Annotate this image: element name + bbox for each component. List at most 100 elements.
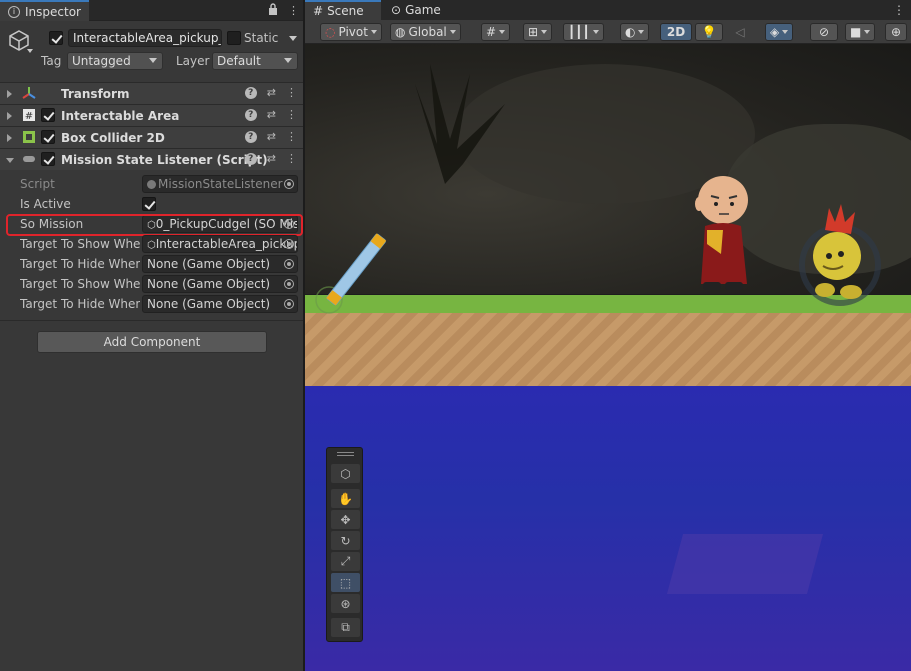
layer-dropdown[interactable]: Default — [212, 52, 298, 70]
gizmos-icon: ⊕ — [890, 25, 902, 39]
global-dropdown[interactable]: ◍ Global — [390, 23, 461, 41]
static-dropdown-caret[interactable] — [289, 36, 297, 41]
custom-tool[interactable]: ⧉ — [331, 618, 360, 637]
component-enabled-toggle[interactable] — [41, 108, 55, 122]
more-vert-icon[interactable]: ⋮ — [893, 3, 905, 17]
lock-icon[interactable] — [268, 3, 278, 18]
scene-viewport[interactable]: ⬡ ✋ ✥ ↻ ⤢ ⬚ ⊛ ⧉ — [305, 44, 911, 671]
effects-icon: ◈ — [770, 25, 780, 39]
scale-tool[interactable]: ⤢ — [331, 552, 360, 571]
inspector-panel: i Inspector ⋮ InteractableArea_pickup_ S… — [0, 0, 303, 671]
foldout-arrow[interactable] — [7, 90, 12, 98]
tag-dropdown[interactable]: Untagged — [67, 52, 163, 70]
light-bulb-icon: 💡 — [701, 25, 717, 39]
preset-icon[interactable]: ⇄ — [267, 152, 276, 165]
foldout-arrow[interactable] — [7, 112, 12, 120]
more-vert-icon[interactable]: ⋮ — [286, 152, 297, 165]
hand-tool[interactable]: ✋ — [331, 489, 360, 508]
grid-snap-button[interactable]: # — [481, 23, 511, 41]
cudgel-sprite — [315, 233, 387, 314]
tab-game[interactable]: ⊙ Game — [383, 0, 449, 20]
more-vert-icon[interactable]: ⋮ — [288, 4, 299, 17]
tab-inspector[interactable]: i Inspector — [0, 0, 89, 21]
mode-2d-toggle[interactable]: 2D — [660, 23, 692, 41]
component-transform[interactable]: Transform ? ⇄ ⋮ — [0, 82, 303, 104]
component-enabled-toggle[interactable] — [41, 130, 55, 144]
ground-dirt — [305, 313, 911, 386]
scene-tabbar: # Scene ⊙ Game ⋮ — [305, 0, 911, 20]
audio-toggle[interactable]: ◁ — [726, 23, 754, 41]
component-actions: ? ⇄ ⋮ — [244, 130, 297, 143]
component-name: Box Collider 2D — [61, 131, 165, 145]
grid-snap-icon: # — [486, 25, 497, 39]
property-label: Script — [20, 177, 55, 191]
static-toggle[interactable] — [227, 31, 241, 45]
target-field[interactable]: None (Game Object) — [142, 275, 298, 293]
shading-mode-button[interactable]: ◐ — [620, 23, 650, 41]
foldout-arrow[interactable] — [6, 158, 14, 163]
grid-visibility-button[interactable]: ⊞ — [523, 23, 553, 41]
preset-icon[interactable]: ⇄ — [267, 108, 276, 121]
lighting-toggle[interactable]: 💡 — [695, 23, 723, 41]
more-vert-icon[interactable]: ⋮ — [286, 130, 297, 143]
object-name-field[interactable]: InteractableArea_pickup_ — [68, 29, 222, 47]
object-picker-icon[interactable] — [284, 259, 294, 269]
help-icon[interactable]: ? — [244, 152, 257, 165]
highlight-box — [6, 214, 303, 236]
scene-visibility-toggle[interactable]: ⊘ — [810, 23, 838, 41]
component-actions: ? ⇄ ⋮ — [244, 108, 297, 121]
object-picker-icon[interactable] — [284, 299, 294, 309]
object-picker-icon[interactable] — [284, 239, 294, 249]
transform-tool[interactable]: ⊛ — [331, 594, 360, 613]
move-tool[interactable]: ✥ — [331, 510, 360, 529]
pivot-dropdown[interactable]: ◌ Pivot — [320, 23, 382, 41]
preset-icon[interactable]: ⇄ — [267, 86, 276, 99]
gizmos-button[interactable]: ⊕ — [885, 23, 907, 41]
active-toggle[interactable] — [49, 31, 63, 45]
foldout-arrow[interactable] — [7, 134, 12, 142]
script-icon: # — [22, 108, 36, 122]
component-actions: ? ⇄ ⋮ — [244, 152, 297, 165]
gameobject-icon-dropdown[interactable] — [27, 49, 33, 53]
transform-icon — [22, 86, 36, 100]
tab-scene[interactable]: # Scene — [305, 0, 381, 20]
property-value: MissionStateListener — [158, 177, 283, 191]
component-mission-state-listener[interactable]: Mission State Listener (Script) ? ⇄ ⋮ — [0, 148, 303, 170]
more-vert-icon[interactable]: ⋮ — [286, 108, 297, 121]
overlay-drag-handle[interactable] — [337, 452, 354, 456]
scene-panel: # Scene ⊙ Game ⋮ ◌ Pivot ◍ Global # ⊞ ┃┃… — [305, 0, 911, 671]
property-label: Target To Hide When — [20, 297, 140, 311]
rotate-tool[interactable]: ↻ — [331, 531, 360, 550]
help-icon[interactable]: ? — [244, 130, 257, 143]
property-script: Script MissionStateListener — [0, 174, 303, 194]
component-enabled-toggle[interactable] — [41, 152, 55, 166]
property-label: Is Active — [20, 197, 71, 211]
tag-label: Tag — [41, 54, 62, 68]
object-picker-icon[interactable] — [284, 279, 294, 289]
target-field[interactable]: ⬡InteractableArea_pickup — [142, 235, 298, 253]
rect-transform-icon: ⬚ — [339, 575, 352, 590]
rect-tool[interactable]: ⬚ — [331, 573, 360, 592]
help-icon[interactable]: ? — [244, 108, 257, 121]
property-target-to-hide-when-1: Target To Hide When None (Game Object) — [0, 254, 303, 274]
camera-icon: ■ — [850, 25, 862, 39]
layer-label: Layer — [176, 54, 210, 68]
component-box-collider-2d[interactable]: Box Collider 2D ? ⇄ ⋮ — [0, 126, 303, 148]
view-options-tool[interactable]: ⬡ — [331, 464, 360, 483]
target-field[interactable]: None (Game Object) — [142, 255, 298, 273]
component-name: Transform — [61, 87, 130, 101]
preset-icon[interactable]: ⇄ — [267, 130, 276, 143]
is-active-toggle[interactable] — [142, 197, 156, 211]
camera-dropdown[interactable]: ■ — [845, 23, 876, 41]
help-icon[interactable]: ? — [244, 86, 257, 99]
shading-icon: ◐ — [625, 25, 636, 39]
object-picker-icon[interactable] — [284, 179, 294, 189]
add-component-button[interactable]: Add Component — [37, 331, 267, 353]
target-field[interactable]: None (Game Object) — [142, 295, 298, 313]
effects-dropdown[interactable]: ◈ — [765, 23, 794, 41]
scene-toolbar: ◌ Pivot ◍ Global # ⊞ ┃┃┃ ◐ 2D 💡 ◁ ◈ ⊘ ■ … — [305, 20, 911, 44]
tag-dropdown-value: Untagged — [72, 54, 131, 68]
increment-snap-button[interactable]: ┃┃┃ — [563, 23, 604, 41]
component-interactable-area[interactable]: # Interactable Area ? ⇄ ⋮ — [0, 104, 303, 126]
more-vert-icon[interactable]: ⋮ — [286, 86, 297, 99]
